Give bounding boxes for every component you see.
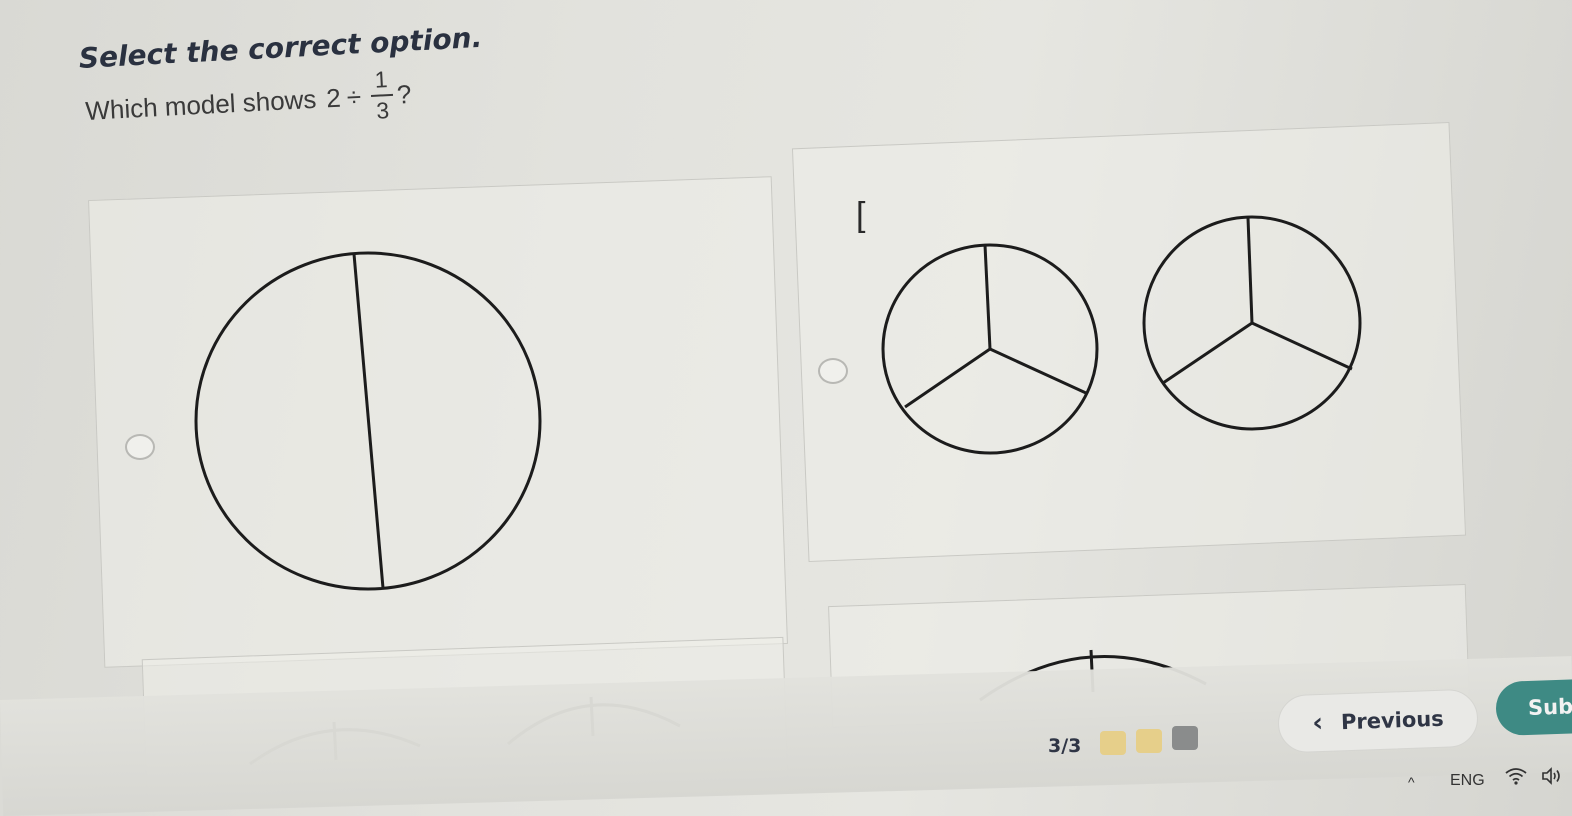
option-b-left-divider-2 bbox=[989, 347, 1087, 395]
option-b-right-divider-2 bbox=[1251, 321, 1353, 371]
submit-label: Sub bbox=[1527, 694, 1572, 720]
chevron-up-icon[interactable]: ^ bbox=[1408, 774, 1415, 790]
volume-icon[interactable] bbox=[1540, 766, 1564, 791]
previous-label: Previous bbox=[1340, 706, 1445, 735]
previous-button[interactable]: ‹ Previous bbox=[1277, 688, 1479, 754]
language-indicator[interactable]: ENG bbox=[1450, 772, 1485, 790]
progress-box-2[interactable] bbox=[1136, 729, 1162, 753]
system-tray: ^ ENG bbox=[1400, 762, 1572, 802]
option-b-right-divider-3 bbox=[1162, 321, 1253, 385]
option-b-left-divider-1 bbox=[983, 244, 992, 350]
option-a-model bbox=[194, 251, 542, 591]
chevron-left-icon: ‹ bbox=[1311, 707, 1324, 739]
progress-label: 3/3 bbox=[1048, 735, 1082, 757]
progress-box-3[interactable] bbox=[1172, 726, 1198, 750]
submit-button[interactable]: Sub bbox=[1495, 677, 1572, 737]
stray-bracket-mark: [ bbox=[856, 196, 866, 234]
option-a-divider bbox=[352, 253, 385, 589]
option-b-left-divider-3 bbox=[904, 347, 991, 409]
wifi-icon[interactable] bbox=[1504, 766, 1528, 791]
progress-box-1[interactable] bbox=[1100, 731, 1126, 755]
option-b-right-divider-1 bbox=[1246, 217, 1254, 324]
option-b-model: [ bbox=[856, 196, 1362, 455]
